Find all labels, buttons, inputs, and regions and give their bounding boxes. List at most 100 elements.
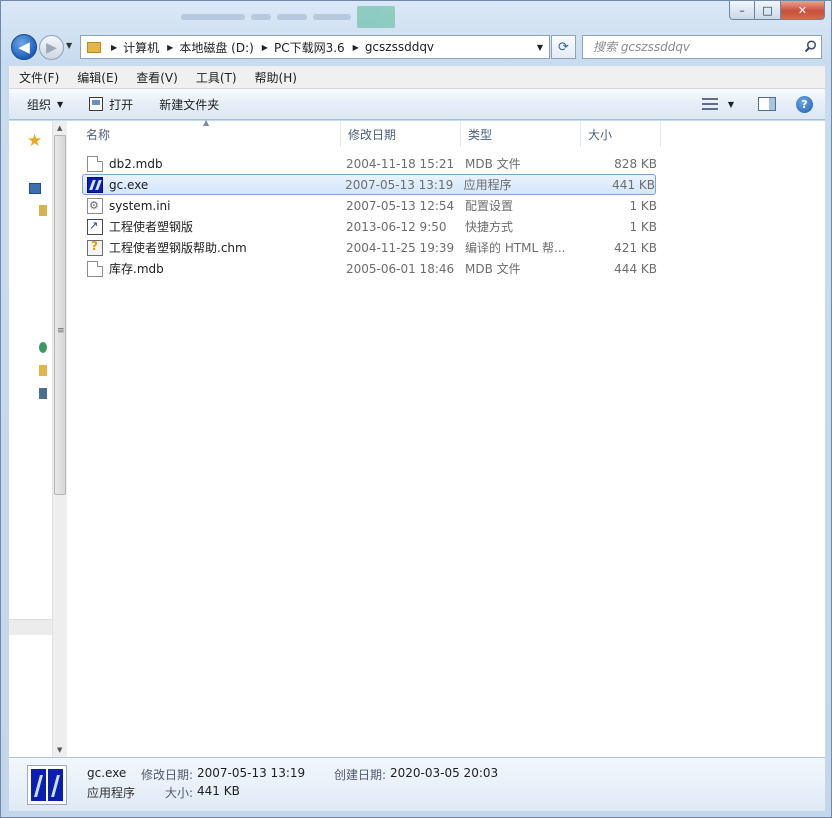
details-modified-label: 修改日期: <box>141 768 194 782</box>
file-type: MDB 文件 <box>465 262 521 276</box>
refresh-icon: ⟳ <box>558 39 569 55</box>
chevron-down-icon: ▼ <box>57 99 64 109</box>
grip-icon: ≡ <box>57 326 65 336</box>
recent-pages-dropdown[interactable]: ▼ <box>66 41 72 50</box>
file-date: 2007-05-13 12:54 <box>346 198 455 213</box>
breadcrumb: ▶ 计算机 ▶ 本地磁盘 (D:) ▶ PC下载网3.6 ▶ gcszssddq… <box>107 39 434 56</box>
column-header-size[interactable]: 大小 <box>581 121 661 147</box>
file-row-selected[interactable]: gc.exe 2007-05-13 13:19 应用程序 441 KB <box>82 174 656 195</box>
chevron-right-icon[interactable]: ▶ <box>111 43 117 52</box>
column-header-name[interactable]: ▲ 名称 <box>79 118 341 147</box>
file-size: 828 KB <box>614 156 657 171</box>
details-created-label: 创建日期: <box>334 768 387 782</box>
file-date: 2005-06-01 18:46 <box>346 261 455 276</box>
scroll-up-icon[interactable]: ▲ <box>57 124 62 132</box>
file-name: gc.exe <box>109 177 149 192</box>
file-row[interactable]: db2.mdb 2004-11-18 15:21 MDB 文件 828 KB <box>83 153 657 174</box>
preview-pane-icon[interactable] <box>758 97 776 111</box>
sort-ascending-icon: ▲ <box>203 118 210 127</box>
menu-view[interactable]: 查看(V) <box>126 69 186 86</box>
libraries-icon[interactable] <box>39 205 47 216</box>
scrollbar-thumb[interactable]: ≡ <box>54 135 66 495</box>
help-file-icon <box>87 239 103 256</box>
menu-tools[interactable]: 工具(T) <box>186 69 245 86</box>
search-box[interactable] <box>582 35 822 59</box>
file-date: 2004-11-18 15:21 <box>346 156 455 171</box>
file-type: 编译的 HTML 帮... <box>465 241 566 255</box>
file-size: 444 KB <box>614 261 657 276</box>
arrow-right-icon: ▶ <box>46 39 57 56</box>
chevron-right-icon[interactable]: ▶ <box>262 43 268 52</box>
chevron-right-icon[interactable]: ▶ <box>353 43 359 52</box>
menu-help[interactable]: 帮助(H) <box>245 69 305 86</box>
desktop-icon[interactable] <box>29 183 41 194</box>
file-name: 库存.mdb <box>109 262 164 276</box>
file-name: 工程使者塑钢版帮助.chm <box>109 241 247 255</box>
column-header-type[interactable]: 类型 <box>461 121 581 147</box>
file-list-pane: ▲ 名称 修改日期 类型 大小 db2.mdb 2004-11-18 15:21… <box>67 118 825 757</box>
file-type: 应用程序 <box>463 178 512 192</box>
document-icon <box>87 155 103 172</box>
network-icon[interactable] <box>39 342 47 353</box>
search-icon[interactable] <box>804 40 817 53</box>
folder-icon[interactable] <box>39 365 47 376</box>
window-caption-buttons: – □ ✕ <box>729 1 825 20</box>
details-created-value: 2020-03-05 20:03 <box>390 766 499 780</box>
file-row[interactable]: 工程使者塑钢版帮助.chm 2004-11-25 19:39 编译的 HTML … <box>83 237 657 258</box>
change-view-icon[interactable] <box>701 97 718 111</box>
file-size: 1 KB <box>629 219 657 234</box>
folder-icon <box>87 41 101 53</box>
file-size: 421 KB <box>614 240 657 255</box>
new-folder-label: 新建文件夹 <box>159 97 220 112</box>
file-name: 工程使者塑钢版 <box>109 220 194 234</box>
settings-file-icon <box>87 197 103 214</box>
file-row[interactable]: 库存.mdb 2005-06-01 18:46 MDB 文件 444 KB <box>83 258 657 279</box>
details-modified-value: 2007-05-13 13:19 <box>197 766 306 780</box>
blurred-title-area <box>181 5 406 29</box>
file-list: db2.mdb 2004-11-18 15:21 MDB 文件 828 KB g… <box>82 153 657 279</box>
document-icon <box>87 260 103 277</box>
scroll-down-icon[interactable]: ▼ <box>57 746 62 754</box>
crumb-local-disk[interactable]: 本地磁盘 (D:) <box>179 39 253 56</box>
navigation-pane: ★ ▲ ≡ ▼ <box>9 121 67 757</box>
minimize-button[interactable]: – <box>729 1 755 20</box>
favorites-star-icon[interactable]: ★ <box>27 131 42 151</box>
address-dropdown[interactable]: ▼ <box>537 43 543 52</box>
crumb-computer[interactable]: 计算机 <box>123 39 159 56</box>
crumb-pc-download[interactable]: PC下载网3.6 <box>274 39 345 56</box>
file-date: 2013-06-12 9:50 <box>346 219 447 234</box>
forward-button[interactable]: ▶ <box>39 35 64 60</box>
crumb-current-folder[interactable]: gcszssddqv <box>365 40 434 54</box>
explorer-window: – □ ✕ ◀ ▶ ▼ ▶ 计算机 ▶ 本地磁盘 (D:) ▶ PC下载网3.6… <box>0 0 832 818</box>
organize-label: 组织 <box>27 97 52 112</box>
details-size-value: 441 KB <box>197 784 240 798</box>
close-button[interactable]: ✕ <box>781 1 825 20</box>
menu-file[interactable]: 文件(F) <box>9 69 67 86</box>
back-button[interactable]: ◀ <box>11 34 37 60</box>
column-header-date[interactable]: 修改日期 <box>341 121 461 147</box>
command-bar: 组织 ▼ 打开 新建文件夹 ▼ ? <box>9 89 825 120</box>
details-size-label: 大小: <box>165 786 194 800</box>
help-icon[interactable]: ? <box>796 95 813 113</box>
maximize-button[interactable]: □ <box>755 1 781 20</box>
navigation-scrollbar[interactable]: ▲ ≡ ▼ <box>52 121 67 757</box>
file-date: 2004-11-25 19:39 <box>346 240 455 255</box>
file-size: 441 KB <box>612 177 655 192</box>
view-dropdown[interactable]: ▼ <box>728 100 734 109</box>
search-input[interactable] <box>593 40 793 54</box>
file-type: MDB 文件 <box>465 157 521 171</box>
file-row[interactable]: 工程使者塑钢版 2013-06-12 9:50 快捷方式 1 KB <box>83 216 657 237</box>
organize-button[interactable]: 组织 ▼ <box>9 89 73 119</box>
menu-edit[interactable]: 编辑(E) <box>67 69 126 86</box>
file-date: 2007-05-13 13:19 <box>345 177 454 192</box>
new-folder-button[interactable]: 新建文件夹 <box>149 89 229 119</box>
application-icon <box>87 176 103 193</box>
file-row[interactable]: system.ini 2007-05-13 12:54 配置设置 1 KB <box>83 195 657 216</box>
address-bar[interactable]: ▶ 计算机 ▶ 本地磁盘 (D:) ▶ PC下载网3.6 ▶ gcszssddq… <box>80 35 550 59</box>
open-button[interactable]: 打开 <box>79 89 143 119</box>
refresh-button[interactable]: ⟳ <box>551 35 576 59</box>
chevron-right-icon[interactable]: ▶ <box>167 43 173 52</box>
details-pane: gc.exe 应用程序 修改日期: 2007-05-13 13:19 创建日期:… <box>9 757 825 811</box>
file-type: 配置设置 <box>465 199 514 213</box>
computer-icon[interactable] <box>39 388 47 399</box>
